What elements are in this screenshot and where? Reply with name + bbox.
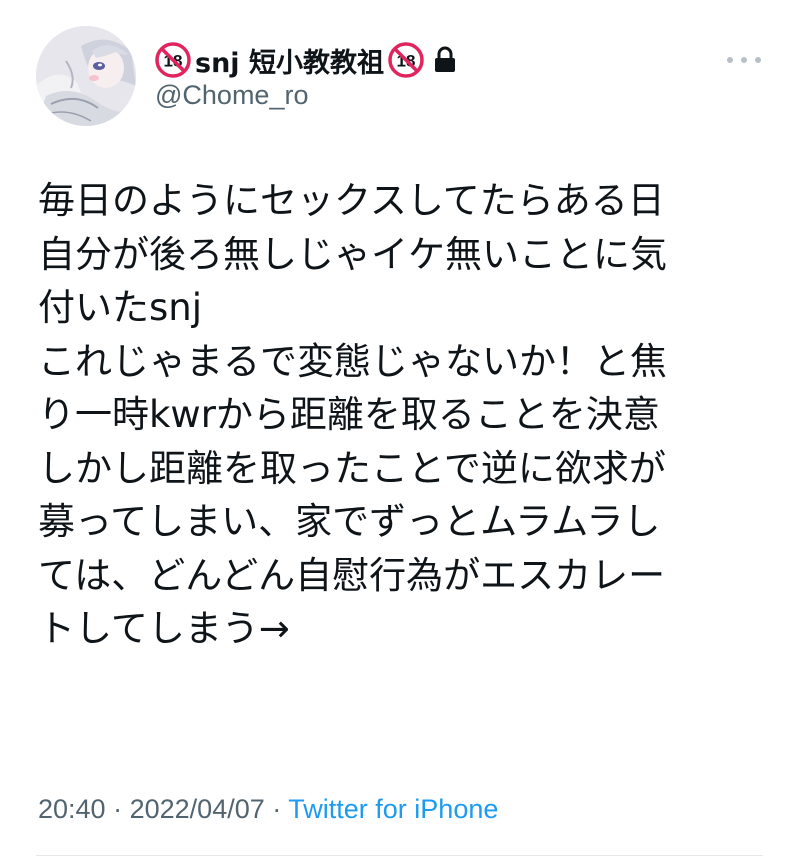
divider bbox=[36, 855, 763, 856]
tweet-text-line: 付いたsnj bbox=[38, 286, 203, 329]
author-handle[interactable]: @Chome_ro bbox=[155, 80, 308, 111]
tweet-text: 毎日のようにセックスしてたらある日 自分が後ろ無しじゃイケ無いことに気 付いたs… bbox=[38, 174, 773, 656]
dot bbox=[755, 57, 761, 63]
tweet-text-line: 募ってしまい、家でずっとムラムラし bbox=[38, 500, 661, 543]
tweet-text-line: ては、どんどん自慰行為がエスカレー bbox=[38, 553, 666, 597]
tweet-text-line: しかし距離を取ったことで逆に欲求が bbox=[38, 446, 666, 490]
display-name[interactable]: snj 短小教教祖 bbox=[195, 41, 384, 80]
no-under-18-icon: 18 bbox=[155, 42, 191, 78]
meta-separator: · bbox=[272, 794, 282, 824]
tweet-text-line: トしてしまう→ bbox=[38, 607, 290, 650]
tweet-time[interactable]: 20:40 bbox=[38, 794, 106, 824]
more-dots-icon[interactable] bbox=[727, 50, 761, 70]
avatar-illustration bbox=[36, 26, 136, 126]
avatar[interactable] bbox=[36, 26, 136, 126]
no-under-18-icon: 18 bbox=[388, 42, 424, 78]
tweet-source-link[interactable]: Twitter for iPhone bbox=[288, 794, 498, 824]
tweet-text-line: これじゃまるで変態じゃないか！と焦 bbox=[38, 339, 667, 383]
meta-separator: · bbox=[113, 794, 123, 824]
dot bbox=[741, 57, 747, 63]
tweet-text-line: り一時kwrから距離を取ることを決意 bbox=[38, 393, 660, 436]
tweet-text-line: 自分が後ろ無しじゃイケ無いことに気 bbox=[38, 232, 667, 276]
tweet-text-line: 毎日のようにセックスしてたらある日 bbox=[38, 179, 665, 222]
tweet-date[interactable]: 2022/04/07 bbox=[130, 794, 265, 824]
dot bbox=[727, 57, 733, 63]
tweet-meta: 20:40 · 2022/04/07 · Twitter for iPhone bbox=[38, 794, 498, 825]
lock-icon bbox=[432, 45, 458, 75]
author-name-row[interactable]: 18 snj 短小教教祖 18 bbox=[155, 40, 458, 80]
